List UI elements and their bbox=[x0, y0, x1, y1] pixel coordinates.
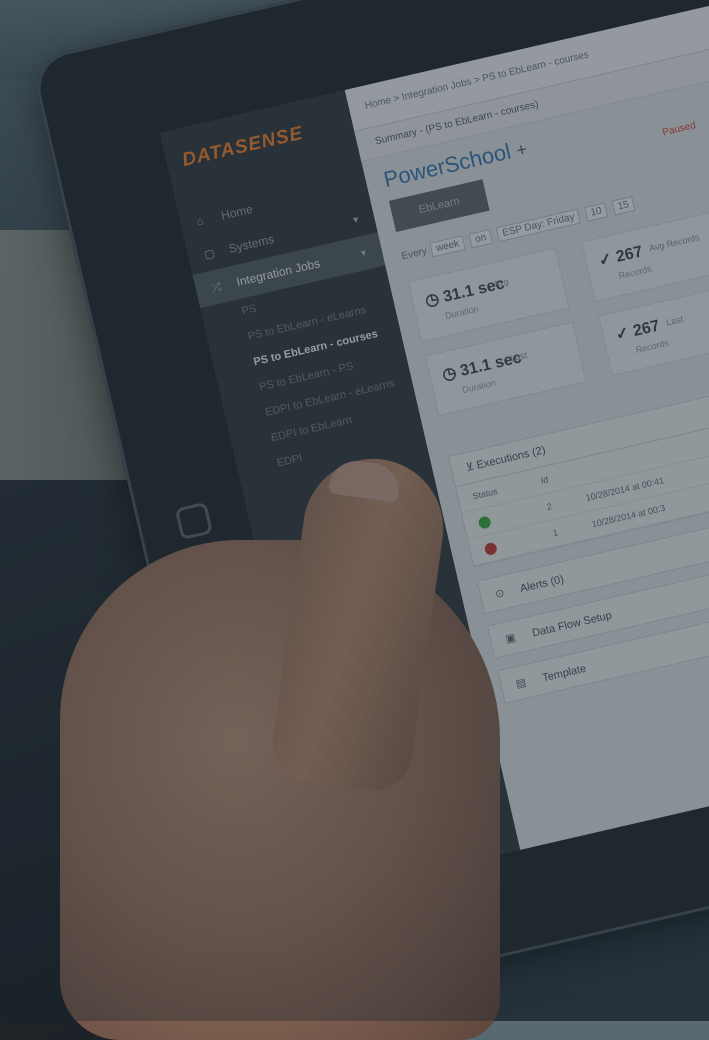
dark-overlay bbox=[0, 0, 709, 1021]
